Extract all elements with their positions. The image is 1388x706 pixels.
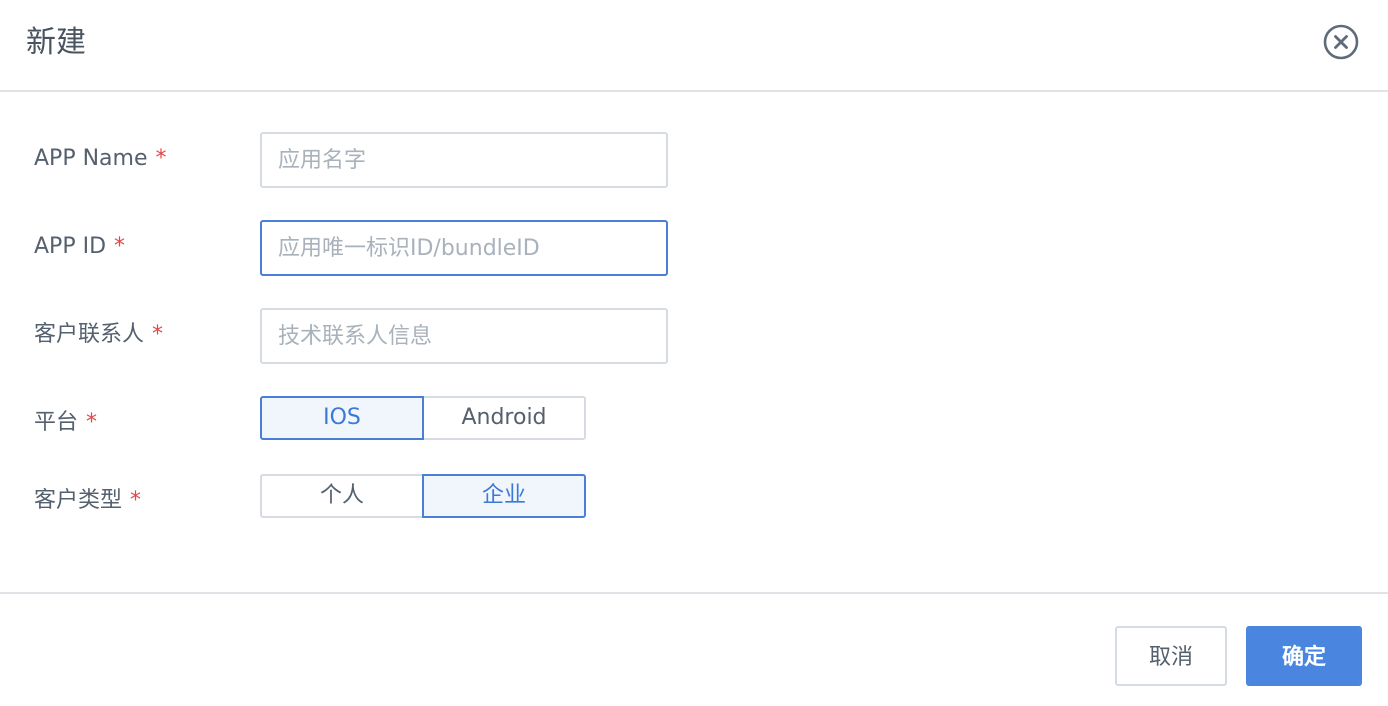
dialog-title: 新建	[26, 25, 86, 60]
customer-type-label: 客户类型 *	[34, 486, 141, 516]
required-mark: *	[152, 322, 164, 347]
platform-option-android[interactable]: Android	[422, 396, 586, 440]
platform-option-ios[interactable]: IOS	[260, 396, 424, 440]
confirm-button[interactable]: 确定	[1246, 626, 1362, 686]
customer-type-option-individual[interactable]: 个人	[260, 474, 424, 518]
contact-input[interactable]	[260, 308, 668, 364]
required-mark: *	[130, 488, 142, 513]
customer-type-segmented-control: 个人 企业	[260, 474, 586, 518]
app-id-input[interactable]	[260, 220, 668, 276]
customer-type-option-enterprise[interactable]: 企业	[422, 474, 586, 518]
required-mark: *	[114, 234, 126, 259]
close-circle-icon	[1323, 24, 1359, 60]
cancel-button[interactable]: 取消	[1115, 626, 1227, 686]
close-button[interactable]	[1323, 24, 1359, 60]
platform-label: 平台 *	[34, 408, 97, 438]
dialog-header: 新建	[0, 0, 1388, 92]
app-name-label-text: APP Name	[34, 146, 148, 171]
new-app-dialog: 新建 APP Name * APP ID * 客户联系人 * 平台 * IOS Andr…	[0, 0, 1388, 704]
contact-label-text: 客户联系人	[34, 322, 145, 347]
app-name-input[interactable]	[260, 132, 668, 188]
platform-label-text: 平台	[34, 410, 79, 435]
required-mark: *	[86, 410, 98, 435]
app-id-label-text: APP ID	[34, 234, 107, 259]
dialog-body: APP Name * APP ID * 客户联系人 * 平台 * IOS Android…	[0, 92, 1388, 592]
contact-label: 客户联系人 *	[34, 320, 163, 350]
app-name-label: APP Name *	[34, 144, 166, 174]
customer-type-label-text: 客户类型	[34, 488, 123, 513]
dialog-footer: 取消 确定	[0, 592, 1388, 706]
platform-segmented-control: IOS Android	[260, 396, 586, 440]
app-id-label: APP ID *	[34, 232, 125, 262]
required-mark: *	[155, 146, 167, 171]
